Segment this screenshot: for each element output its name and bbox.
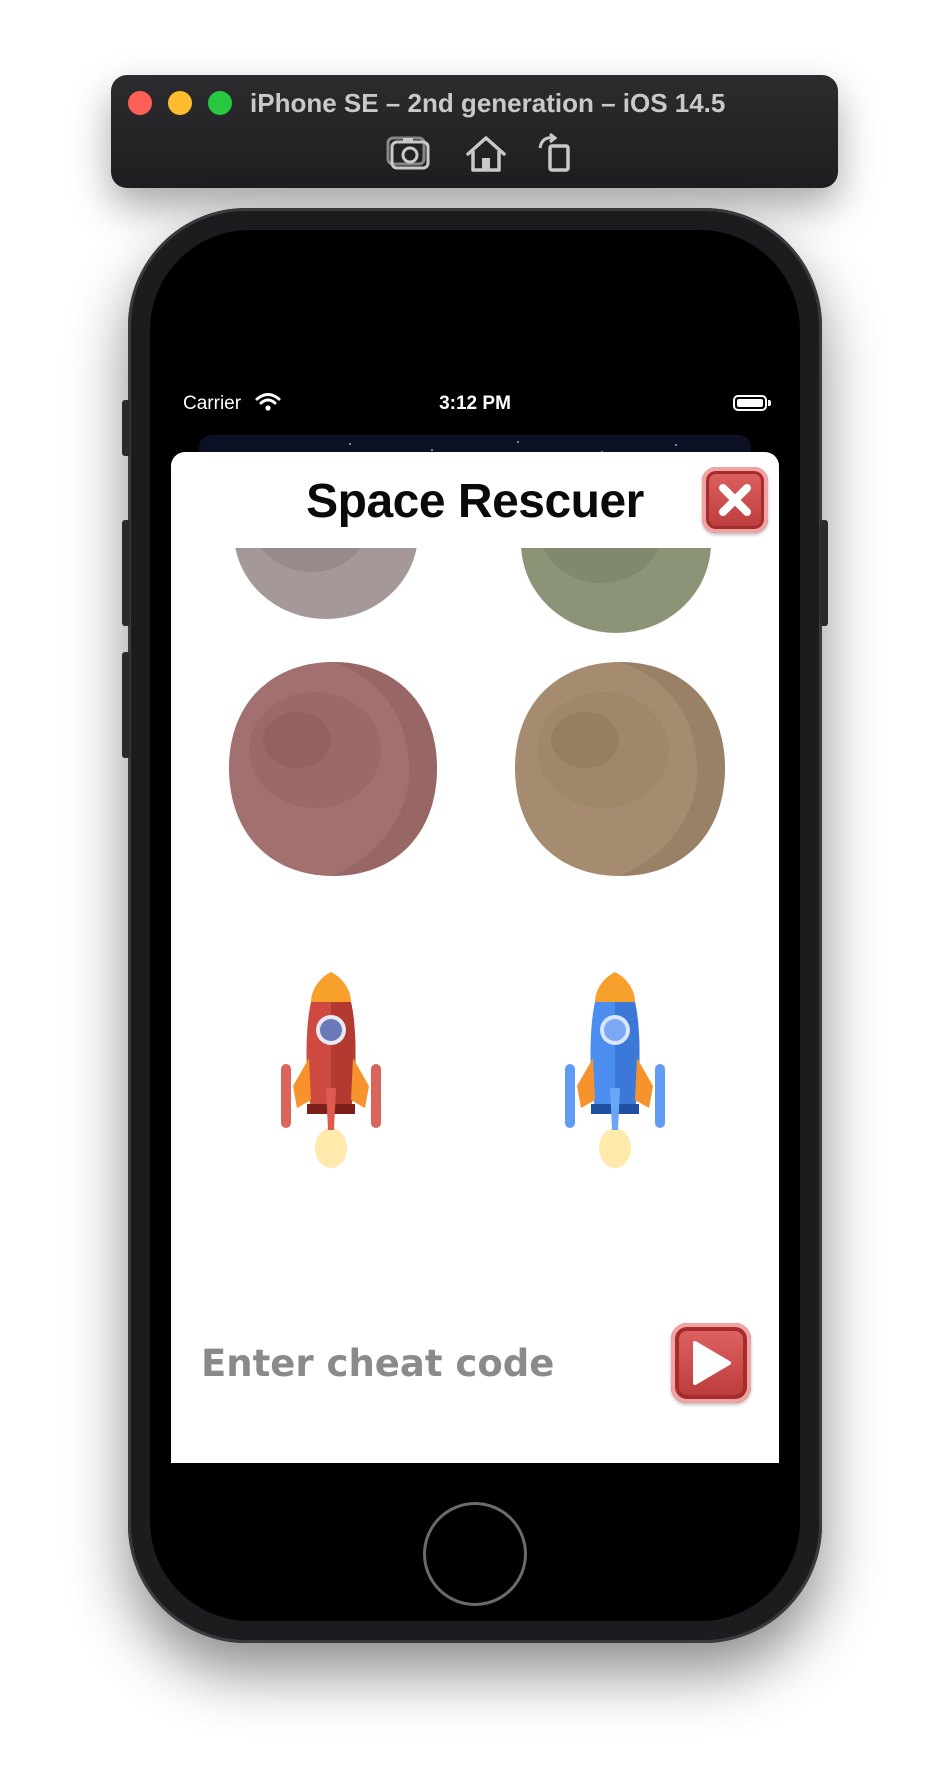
play-icon bbox=[693, 1341, 731, 1385]
selection-sheet: Space Rescuer bbox=[171, 452, 779, 1463]
asteroid-tan-icon[interactable] bbox=[509, 658, 731, 880]
simulator-title: iPhone SE – 2nd generation – iOS 14.5 bbox=[250, 88, 726, 118]
power-button bbox=[820, 520, 828, 626]
close-icon bbox=[719, 484, 751, 516]
battery-icon bbox=[733, 395, 767, 411]
home-button[interactable] bbox=[462, 132, 510, 174]
asteroid-green-icon[interactable] bbox=[511, 548, 721, 648]
volume-down-button bbox=[122, 652, 130, 758]
status-time: 3:12 PM bbox=[439, 393, 511, 414]
asteroid-gray-icon[interactable] bbox=[221, 548, 431, 638]
close-window-button[interactable] bbox=[128, 91, 152, 115]
home-icon bbox=[466, 136, 506, 172]
screenshot-button[interactable] bbox=[386, 132, 434, 174]
screenshot-icon bbox=[386, 136, 430, 170]
asteroid-red-icon[interactable] bbox=[223, 658, 443, 880]
minimize-window-button[interactable] bbox=[168, 91, 192, 115]
mute-switch bbox=[122, 400, 130, 456]
battery-nub bbox=[768, 400, 771, 406]
close-button[interactable] bbox=[702, 467, 768, 533]
simulator-window: iPhone SE – 2nd generation – iOS 14.5 Ca… bbox=[0, 0, 950, 1792]
rocket-red-icon[interactable] bbox=[271, 968, 391, 1168]
submit-cheat-button[interactable] bbox=[671, 1323, 751, 1403]
rotate-button[interactable] bbox=[534, 132, 582, 174]
rocket-blue-icon[interactable] bbox=[555, 968, 675, 1168]
status-bar: Carrier 3:12 PM bbox=[171, 377, 779, 431]
rotate-icon bbox=[538, 132, 570, 172]
page-title: Space Rescuer bbox=[306, 475, 644, 528]
zoom-window-button[interactable] bbox=[208, 91, 232, 115]
item-grid bbox=[171, 548, 779, 1268]
device-home-button[interactable] bbox=[423, 1502, 527, 1606]
cheat-code-input[interactable] bbox=[199, 1332, 643, 1394]
phone-screen: Carrier 3:12 PM Space Rescuer bbox=[171, 377, 779, 1463]
volume-up-button bbox=[122, 520, 130, 626]
